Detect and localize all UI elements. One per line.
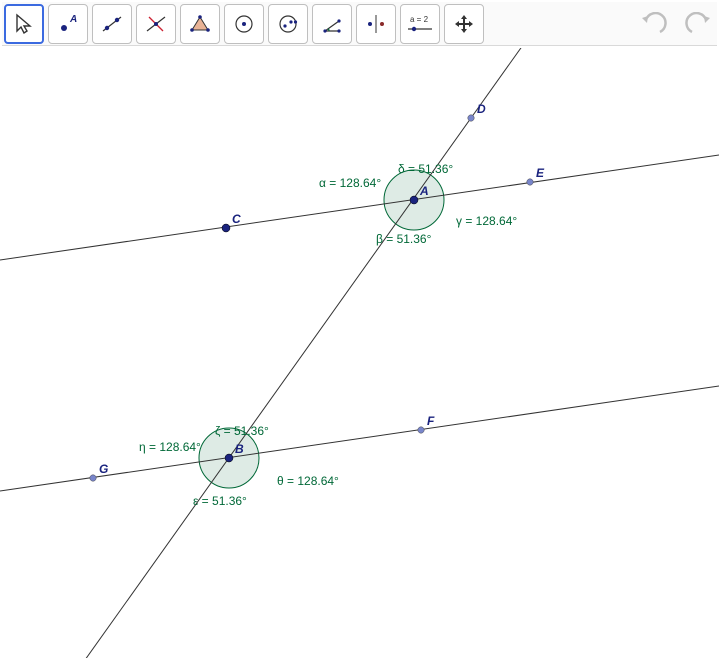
point-tool[interactable]: A [48, 4, 88, 44]
line-DAB[interactable] [65, 48, 575, 658]
polygon-tool[interactable] [180, 4, 220, 44]
angle-tool[interactable] [312, 4, 352, 44]
move-tool[interactable] [4, 4, 44, 44]
point-B[interactable] [225, 454, 233, 462]
geometry-canvas[interactable]: ABCDEFGα = 128.64°δ = 51.36°γ = 128.64°β… [0, 48, 719, 658]
perpendicular-tool[interactable] [136, 4, 176, 44]
svg-text:A: A [69, 14, 77, 25]
point-F[interactable] [418, 427, 424, 433]
slider-tool[interactable]: a = 2 [400, 4, 440, 44]
line-GBF[interactable] [0, 386, 719, 491]
undo-button[interactable] [637, 7, 671, 41]
reflect-tool[interactable] [356, 4, 396, 44]
point-D[interactable] [468, 115, 474, 121]
circle-tool[interactable] [224, 4, 264, 44]
point-E[interactable] [527, 179, 533, 185]
slider-tool-label: a = 2 [410, 15, 429, 24]
redo-button[interactable] [681, 7, 715, 41]
point-G[interactable] [90, 475, 96, 481]
line-CAE[interactable] [0, 155, 719, 260]
ellipse-tool[interactable] [268, 4, 308, 44]
line-tool[interactable] [92, 4, 132, 44]
point-C[interactable] [222, 224, 230, 232]
point-A[interactable] [410, 196, 418, 204]
toolbar: A [2, 2, 717, 46]
move-view-tool[interactable] [444, 4, 484, 44]
